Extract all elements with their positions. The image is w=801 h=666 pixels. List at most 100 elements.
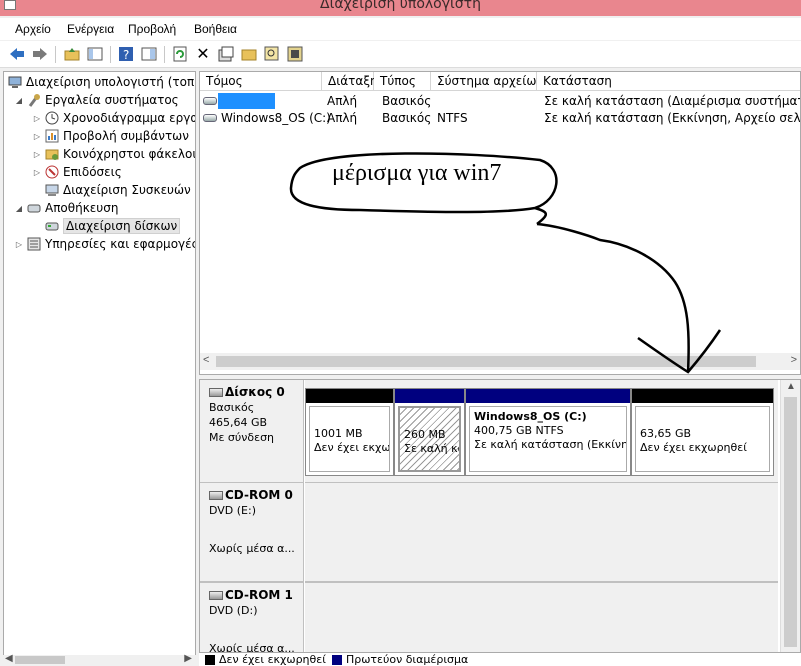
- partition-unallocated-1[interactable]: 1001 MB Δεν έχει εκχω: [305, 388, 394, 476]
- show-hide-tree-icon[interactable]: [86, 45, 104, 63]
- partition-unallocated-2[interactable]: 63,65 GB Δεν έχει εκχωρηθεί: [631, 388, 774, 476]
- partition-bar: [632, 389, 773, 403]
- event-viewer-icon: [44, 128, 60, 144]
- column-file-system[interactable]: Σύστημα αρχείων: [431, 72, 543, 91]
- partition-info: Windows8_OS (C:) 400,75 GB NTFS Σε καλή …: [469, 406, 627, 472]
- tree-item-label: Αποθήκευση: [45, 201, 119, 215]
- menu-help[interactable]: Βοήθεια: [194, 22, 237, 36]
- partition-size: 400,75 GB NTFS: [474, 424, 564, 437]
- column-type[interactable]: Τύπος: [374, 72, 431, 91]
- tree-item-computer-management[interactable]: Διαχείριση υπολογιστή (τοπικ: [5, 73, 196, 91]
- menu-file[interactable]: Αρχείο: [15, 22, 51, 36]
- partition-bar: [306, 389, 393, 403]
- volume-type: Βασικός: [382, 111, 432, 125]
- partition-status: Δεν έχει εκχωρηθεί: [640, 441, 747, 454]
- disk-row-cdrom-1: CD-ROM 1 DVD (D:) Χωρίς μέσα α...: [200, 582, 778, 652]
- scroll-thumb[interactable]: [216, 356, 756, 367]
- expanded-arrow-icon[interactable]: ◢: [14, 96, 24, 105]
- back-arrow-icon[interactable]: [8, 45, 26, 63]
- tree-item-label: Προβολή συμβάντων: [63, 129, 189, 143]
- disk-type: DVD (E:): [209, 504, 257, 517]
- disk-partitions: [305, 582, 778, 652]
- partition-size: 260 MB: [404, 428, 446, 441]
- disk-info[interactable]: Δίσκος 0 Βασικός 465,64 GB Με σύνδεση: [200, 380, 304, 483]
- open-folder-icon[interactable]: [240, 45, 258, 63]
- optical-drive-icon: [209, 591, 223, 600]
- tree-item-shared-folders[interactable]: ▷ Κοινόχρηστοι φάκελοι: [32, 145, 195, 163]
- settings-icon[interactable]: [286, 45, 304, 63]
- scroll-left-icon[interactable]: ◀: [5, 653, 13, 664]
- tree-item-task-scheduler[interactable]: ▷ Χρονοδιάγραμμα εργασ: [32, 109, 196, 127]
- tree-horizontal-scrollbar[interactable]: ◀ ▶: [3, 653, 196, 666]
- collapsed-arrow-icon[interactable]: ▷: [32, 114, 42, 123]
- scroll-right-icon[interactable]: ▶: [184, 653, 192, 664]
- disk-map-vertical-scrollbar[interactable]: ▲: [780, 380, 800, 652]
- navigation-tree: Διαχείριση υπολογιστή (τοπικ ◢ Εργαλεία …: [3, 71, 196, 656]
- magnifier-icon[interactable]: [263, 45, 281, 63]
- toolbar: ? ✕: [0, 41, 801, 68]
- performance-icon: [44, 164, 60, 180]
- disk-status: Χωρίς μέσα α...: [209, 542, 295, 555]
- partition-windows[interactable]: Windows8_OS (C:) 400,75 GB NTFS Σε καλή …: [465, 388, 631, 476]
- partition-status: Σε καλή κατάσταση (Εκκίνησ: [474, 438, 627, 451]
- toolbar-separator: [55, 46, 56, 63]
- column-layout[interactable]: Διάταξη: [322, 72, 378, 91]
- scroll-thumb[interactable]: [784, 397, 797, 647]
- partition-status: Δεν έχει εκχω: [314, 441, 390, 454]
- refresh-icon[interactable]: [171, 45, 189, 63]
- volume-list: Τόμος Διάταξη Τύπος Σύστημα αρχείων Κατά…: [199, 71, 801, 375]
- volume-icon: [203, 114, 217, 122]
- tree-item-performance[interactable]: ▷ Επιδόσεις: [32, 163, 122, 181]
- disk-capacity: [209, 618, 303, 633]
- volume-list-horizontal-scrollbar[interactable]: < >: [200, 353, 800, 370]
- collapsed-arrow-icon[interactable]: ▷: [32, 132, 42, 141]
- collapsed-arrow-icon[interactable]: ▷: [32, 150, 42, 159]
- partition-status: Σε καλή κα: [404, 442, 461, 455]
- properties-pane-icon[interactable]: [140, 45, 158, 63]
- disk-row-cdrom-0: CD-ROM 0 DVD (E:) Χωρίς μέσα α...: [200, 483, 778, 582]
- tree-item-system-tools[interactable]: ◢ Εργαλεία συστήματος: [14, 91, 179, 109]
- partition-bar: [395, 389, 464, 403]
- services-icon: [26, 236, 42, 252]
- scroll-up-icon[interactable]: ▲: [786, 381, 796, 392]
- partition-system[interactable]: 260 MB Σε καλή κα: [394, 388, 465, 476]
- forward-arrow-icon[interactable]: [31, 45, 49, 63]
- scroll-left-icon[interactable]: <: [203, 354, 209, 366]
- tree-item-label: Επιδόσεις: [63, 165, 122, 179]
- volume-status: Σε καλή κατάσταση (Διαμέρισμα συστήματος…: [544, 94, 800, 108]
- title-bar: Διαχείριση υπολογιστή: [0, 0, 801, 16]
- window-title: Διαχείριση υπολογιστή: [320, 0, 481, 12]
- tree-item-device-manager[interactable]: Διαχείριση Συσκευών: [32, 181, 191, 199]
- toolbar-separator: [110, 46, 111, 63]
- tree-item-disk-management[interactable]: Διαχείριση δίσκων: [32, 217, 181, 235]
- collapsed-arrow-icon[interactable]: ▷: [32, 168, 42, 177]
- tree-item-storage[interactable]: ◢ Αποθήκευση: [14, 199, 119, 217]
- disk-info[interactable]: CD-ROM 1 DVD (D:) Χωρίς μέσα α...: [200, 582, 304, 652]
- column-status[interactable]: Κατάσταση: [537, 72, 800, 91]
- volume-type: Βασικός: [382, 94, 432, 108]
- tree-item-label: Διαχείριση υπολογιστή (τοπικ: [26, 75, 196, 89]
- partition-info: 260 MB Σε καλή κα: [398, 406, 461, 472]
- delete-icon[interactable]: ✕: [194, 45, 212, 63]
- properties-icon[interactable]: [217, 45, 235, 63]
- disk-info[interactable]: CD-ROM 0 DVD (E:) Χωρίς μέσα α...: [200, 483, 304, 582]
- column-volume[interactable]: Τόμος: [200, 72, 322, 91]
- tree-item-services-applications[interactable]: ▷ Υπηρεσίες και εφαρμογές: [14, 235, 195, 253]
- expanded-arrow-icon[interactable]: ◢: [14, 204, 24, 213]
- tools-icon: [26, 92, 42, 108]
- volume-status: Σε καλή κατάσταση (Εκκίνηση, Αρχείο σελι…: [544, 111, 800, 125]
- scroll-thumb[interactable]: [15, 656, 65, 664]
- tree-item-label: Χρονοδιάγραμμα εργασ: [63, 111, 196, 125]
- menu-action[interactable]: Ενέργεια: [67, 22, 114, 36]
- collapsed-arrow-icon[interactable]: ▷: [14, 240, 24, 249]
- tree-item-event-viewer[interactable]: ▷ Προβολή συμβάντων: [32, 127, 189, 145]
- up-folder-icon[interactable]: [63, 45, 81, 63]
- partition-info: 1001 MB Δεν έχει εκχω: [309, 406, 390, 472]
- partition-info: 63,65 GB Δεν έχει εκχωρηθεί: [635, 406, 770, 472]
- tree-item-label: Εργαλεία συστήματος: [45, 93, 179, 107]
- help-icon[interactable]: ?: [117, 45, 135, 63]
- menu-view[interactable]: Προβολή: [128, 22, 176, 36]
- volume-icon: [203, 97, 217, 105]
- volume-fs: NTFS: [437, 111, 468, 125]
- scroll-right-icon[interactable]: >: [791, 354, 797, 366]
